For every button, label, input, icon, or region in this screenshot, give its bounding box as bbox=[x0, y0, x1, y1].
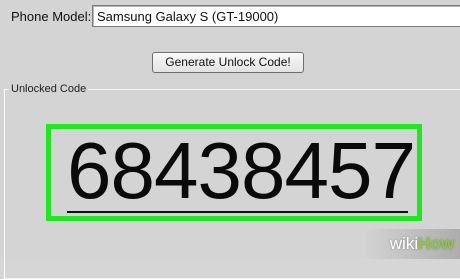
phone-model-field[interactable]: Samsung Galaxy S (GT-19000) bbox=[92, 5, 460, 27]
unlock-code-value: 68438457 bbox=[67, 126, 416, 215]
generate-unlock-code-button[interactable]: Generate Unlock Code! bbox=[152, 52, 304, 73]
watermark-wiki: wiki bbox=[389, 234, 419, 253]
unlock-code-window: Phone Model: Samsung Galaxy S (GT-19000)… bbox=[0, 0, 460, 279]
watermark-how: How bbox=[418, 234, 454, 253]
phone-model-label: Phone Model: bbox=[11, 9, 92, 24]
unlocked-code-group-title: Unlocked Code bbox=[9, 83, 89, 95]
code-underline bbox=[67, 211, 408, 213]
wikihow-watermark: wikiHow bbox=[390, 234, 454, 254]
unlock-code-highlight: 68438457 bbox=[46, 124, 422, 221]
